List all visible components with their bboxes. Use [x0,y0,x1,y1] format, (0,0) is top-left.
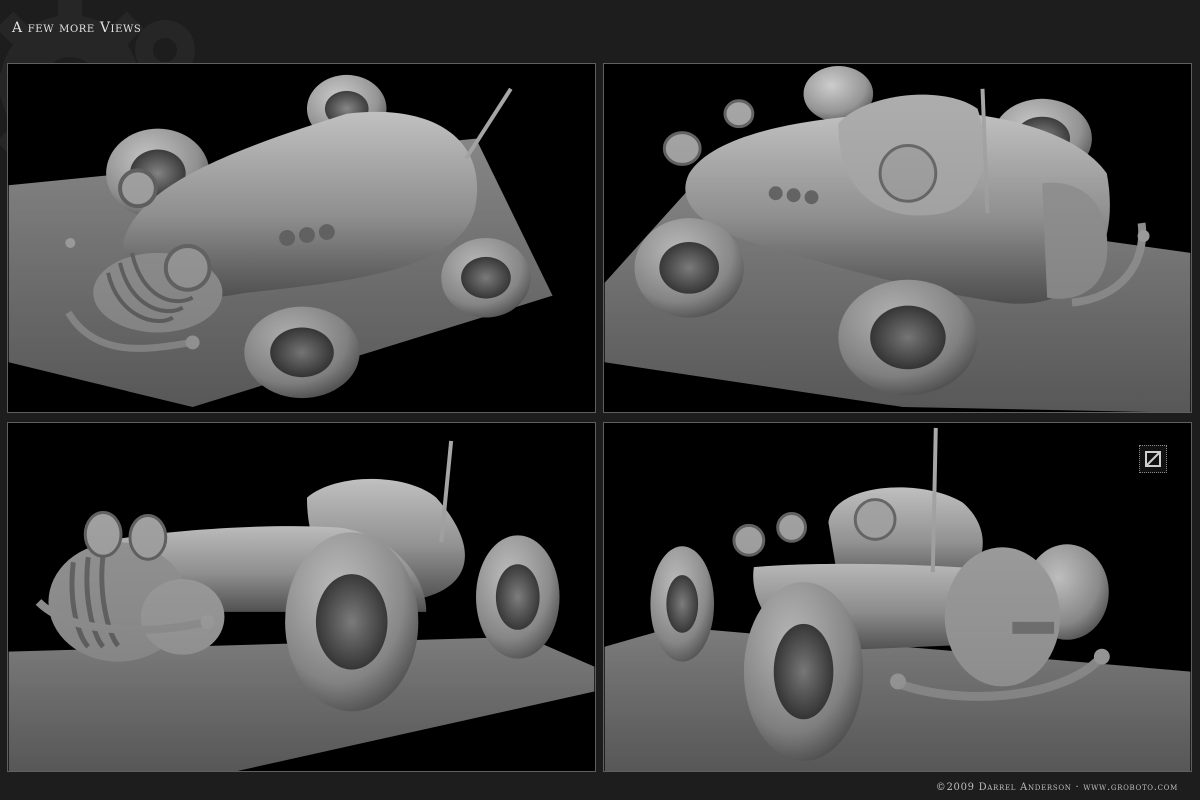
view-top-left [7,63,596,413]
groboto-logo-icon [1139,445,1167,473]
car-render-bottom-right [604,423,1191,771]
view-top-right [603,63,1192,413]
copyright-credit: ©2009 Darrel Anderson · www.groboto.com [935,782,1178,793]
page-title: A few more Views [12,20,142,36]
car-render-bottom-left [8,423,595,771]
car-render-top-left [8,64,595,412]
car-render-top-right [604,64,1191,412]
view-bottom-right [603,422,1192,772]
view-bottom-left [7,422,596,772]
